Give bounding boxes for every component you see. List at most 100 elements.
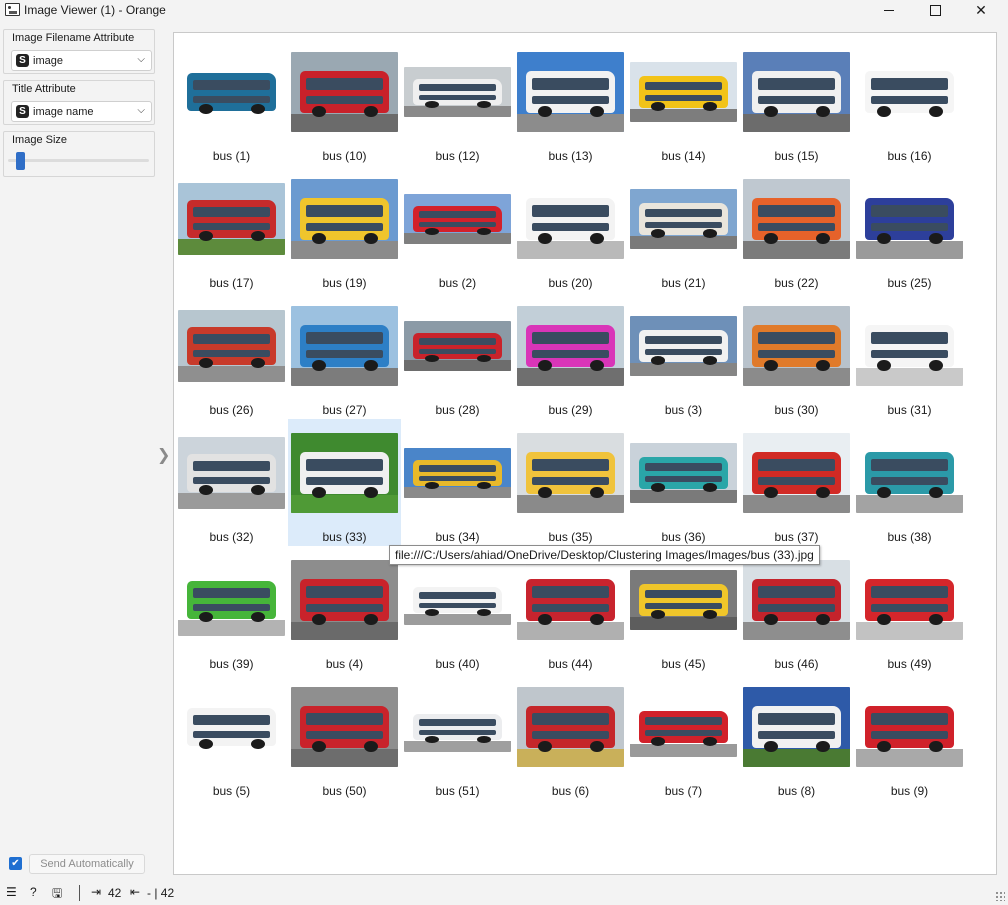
send-automatically-checkbox[interactable]: ✔ (9, 857, 22, 870)
bus-thumbnail (517, 560, 624, 640)
filename-attr-combo[interactable]: S image ⌵ (11, 50, 152, 71)
grid-item[interactable]: bus (29) (514, 292, 627, 419)
chevron-right-icon[interactable]: ❯ (157, 445, 170, 465)
image-caption: bus (46) (774, 657, 819, 671)
grid-item[interactable]: bus (27) (288, 292, 401, 419)
bus-thumbnail (178, 310, 285, 382)
grid-item[interactable]: bus (51) (401, 673, 514, 800)
grid-item[interactable]: bus (49) (853, 546, 966, 673)
image-viewer-icon (5, 3, 20, 16)
image-caption: bus (8) (777, 784, 816, 798)
minimize-icon (884, 9, 894, 11)
grid-item[interactable]: bus (13) (514, 38, 627, 165)
bus-thumbnail (404, 194, 511, 244)
bus-thumbnail (630, 443, 737, 503)
minimize-button[interactable] (866, 0, 912, 20)
image-caption: bus (29) (548, 403, 593, 417)
grid-item[interactable]: bus (34) (401, 419, 514, 546)
bus-thumbnail (856, 179, 963, 259)
image-caption: bus (35) (548, 530, 593, 544)
grid-item[interactable]: bus (17) (175, 165, 288, 292)
image-caption: bus (1) (212, 149, 251, 163)
image-caption: bus (37) (774, 530, 819, 544)
image-size-slider-handle[interactable] (16, 152, 25, 170)
grid-item[interactable]: bus (6) (514, 673, 627, 800)
grid-item[interactable]: bus (39) (175, 546, 288, 673)
grid-item[interactable]: bus (45) (627, 546, 740, 673)
grid-item[interactable]: bus (10) (288, 38, 401, 165)
image-caption: bus (14) (661, 149, 706, 163)
bus-thumbnail (178, 691, 285, 763)
grid-item[interactable]: bus (19) (288, 165, 401, 292)
string-type-icon: S (16, 105, 29, 118)
help-icon[interactable]: ? (30, 885, 37, 899)
title-attr-group: Title Attribute S image name ⌵ (3, 80, 155, 125)
resize-grip-icon[interactable] (995, 891, 1005, 901)
grid-item[interactable]: bus (2) (401, 165, 514, 292)
image-caption: bus (13) (548, 149, 593, 163)
input-count: 42 (108, 886, 122, 900)
image-caption: bus (33) (322, 530, 367, 544)
grid-item[interactable]: bus (50) (288, 673, 401, 800)
bus-thumbnail (743, 179, 850, 259)
grid-item[interactable]: bus (7) (627, 673, 740, 800)
grid-item[interactable]: bus (8) (740, 673, 853, 800)
image-caption: bus (28) (435, 403, 480, 417)
image-size-slider[interactable] (8, 159, 149, 162)
grid-item[interactable]: bus (4) (288, 546, 401, 673)
menu-icon[interactable]: ☰ (6, 885, 17, 899)
bus-thumbnail (517, 433, 624, 513)
grid-item[interactable]: bus (44) (514, 546, 627, 673)
grid-item[interactable]: bus (38) (853, 419, 966, 546)
grid-item[interactable]: bus (32) (175, 419, 288, 546)
image-caption: bus (12) (435, 149, 480, 163)
maximize-icon (929, 4, 941, 16)
grid-item[interactable]: bus (21) (627, 165, 740, 292)
title-attr-combo[interactable]: S image name ⌵ (11, 101, 152, 122)
grid-item[interactable]: bus (31) (853, 292, 966, 419)
grid-item[interactable]: bus (46) (740, 546, 853, 673)
image-caption: bus (2) (438, 276, 477, 290)
file-path-tooltip: file:///C:/Users/ahiad/OneDrive/Desktop/… (389, 545, 820, 565)
bus-thumbnail (856, 433, 963, 513)
status-separator (79, 885, 80, 901)
grid-item[interactable]: bus (36) (627, 419, 740, 546)
image-caption: bus (19) (322, 276, 367, 290)
grid-item[interactable]: bus (3) (627, 292, 740, 419)
bus-thumbnail (630, 570, 737, 630)
save-icon[interactable]: 🖫 (52, 884, 62, 905)
grid-item[interactable]: bus (26) (175, 292, 288, 419)
grid-item[interactable]: bus (12) (401, 38, 514, 165)
maximize-button[interactable] (912, 0, 958, 20)
image-caption: bus (5) (212, 784, 251, 798)
grid-item[interactable]: bus (1) (175, 38, 288, 165)
title-bar: Image Viewer (1) - Orange ✕ (0, 0, 1008, 20)
image-caption: bus (3) (664, 403, 703, 417)
grid-item[interactable]: bus (16) (853, 38, 966, 165)
grid-item[interactable]: bus (28) (401, 292, 514, 419)
grid-item[interactable]: bus (25) (853, 165, 966, 292)
image-caption: bus (34) (435, 530, 480, 544)
grid-item[interactable]: bus (30) (740, 292, 853, 419)
close-button[interactable]: ✕ (958, 0, 1004, 20)
grid-item[interactable]: bus (33) (288, 419, 401, 546)
grid-item[interactable]: bus (20) (514, 165, 627, 292)
grid-item[interactable]: bus (5) (175, 673, 288, 800)
grid-item[interactable]: bus (9) (853, 673, 966, 800)
bus-thumbnail (856, 306, 963, 386)
image-grid[interactable]: bus (1) bus (10) bus (12) bus (13) bus (14) b… (173, 32, 997, 875)
image-caption: bus (26) (209, 403, 254, 417)
grid-item[interactable]: bus (14) (627, 38, 740, 165)
send-automatically-button[interactable]: Send Automatically (29, 854, 145, 874)
image-caption: bus (21) (661, 276, 706, 290)
grid-item[interactable]: bus (22) (740, 165, 853, 292)
image-caption: bus (31) (887, 403, 932, 417)
grid-item[interactable]: bus (37) (740, 419, 853, 546)
image-caption: bus (36) (661, 530, 706, 544)
bus-thumbnail (291, 560, 398, 640)
grid-item[interactable]: bus (40) (401, 546, 514, 673)
bus-thumbnail (291, 687, 398, 767)
grid-item[interactable]: bus (15) (740, 38, 853, 165)
grid-item[interactable]: bus (35) (514, 419, 627, 546)
bus-thumbnail (743, 687, 850, 767)
